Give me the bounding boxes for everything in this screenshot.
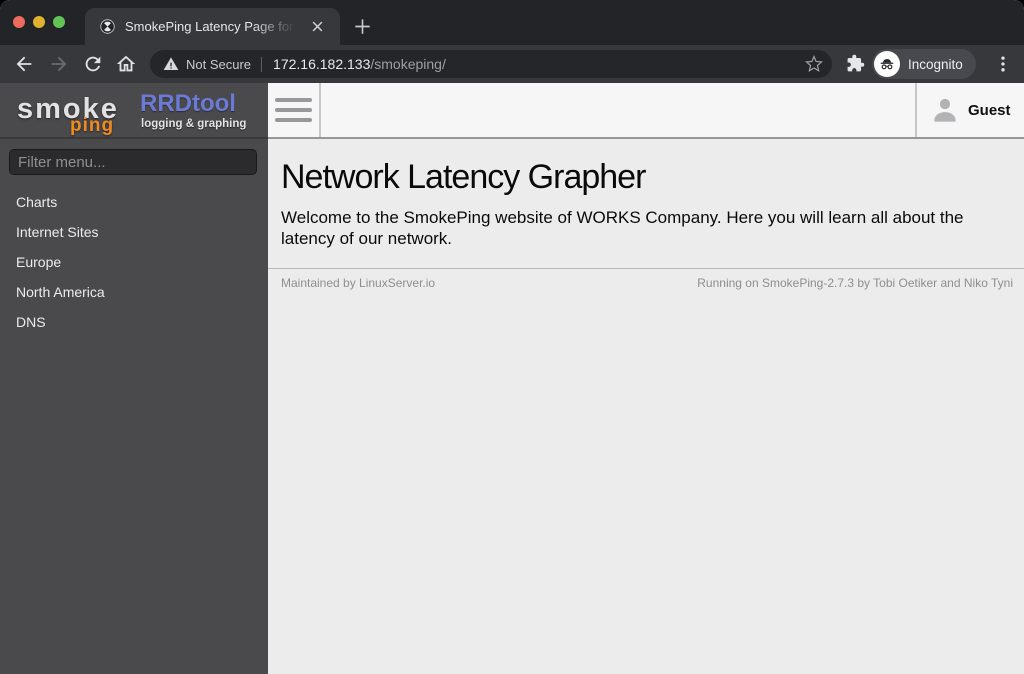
incognito-label: Incognito	[908, 56, 963, 72]
smokeping-page: smoke ping RRDtool logging & graphing Ch…	[0, 83, 1024, 674]
extensions-puzzle-icon[interactable]	[846, 54, 865, 73]
sidebar-item-internet-sites[interactable]: Internet Sites	[0, 217, 268, 247]
hamburger-menu-icon[interactable]	[268, 83, 321, 137]
tab-title: SmokePing Latency Page for N	[125, 19, 301, 34]
security-label: Not Secure	[186, 56, 252, 72]
footer-version: Running on SmokePing-2.7.3 by Tobi Oetik…	[697, 276, 1013, 291]
sidebar: smoke ping RRDtool logging & graphing Ch…	[0, 83, 268, 674]
browser-window: SmokePing Latency Page for N Not Secure …	[0, 0, 1024, 674]
close-window-button[interactable]	[13, 16, 25, 28]
page-footer: Maintained by LinuxServer.io Running on …	[268, 268, 1024, 290]
minimize-window-button[interactable]	[33, 16, 45, 28]
footer-maintainer: Maintained by LinuxServer.io	[281, 276, 436, 291]
home-button[interactable]	[115, 53, 137, 75]
address-bar[interactable]: Not Secure 172.16.182.133/smokeping/	[150, 50, 832, 78]
incognito-avatar	[874, 51, 900, 77]
forward-button[interactable]	[48, 53, 70, 75]
filter-menu-input[interactable]	[9, 149, 257, 175]
sidebar-menu: Charts Internet Sites Europe North Ameri…	[0, 187, 268, 337]
content-topbar: Guest	[268, 83, 1024, 139]
browser-tab[interactable]: SmokePing Latency Page for N	[85, 8, 340, 45]
page-title: Network Latency Grapher	[281, 158, 646, 196]
sidebar-logo-header: smoke ping RRDtool logging & graphing	[0, 83, 268, 139]
incognito-badge: Incognito	[872, 49, 976, 79]
user-menu[interactable]: Guest	[915, 83, 1024, 137]
rrdtool-logo[interactable]: RRDtool	[140, 90, 236, 118]
bookmark-star-icon[interactable]	[805, 55, 823, 73]
reload-button[interactable]	[82, 53, 104, 75]
sidebar-item-europe[interactable]: Europe	[0, 247, 268, 277]
back-button[interactable]	[13, 53, 35, 75]
globe-favicon-icon	[100, 19, 115, 34]
new-tab-button[interactable]	[351, 15, 374, 38]
browser-menu-icon[interactable]	[993, 53, 1013, 75]
main-content: Guest Network Latency Grapher Welcome to…	[268, 83, 1024, 674]
url-separator	[261, 56, 263, 72]
incognito-icon	[880, 59, 894, 70]
not-secure-warning-icon	[163, 57, 179, 70]
close-tab-icon[interactable]	[308, 17, 327, 36]
user-label: Guest	[968, 101, 1011, 119]
person-icon	[934, 98, 956, 122]
welcome-text: Welcome to the SmokePing website of WORK…	[281, 208, 964, 248]
url-host: 172.16.182.133	[273, 56, 371, 72]
rrdtool-tagline: logging & graphing	[141, 118, 247, 130]
smokeping-logo-ping[interactable]: ping	[70, 115, 114, 137]
sidebar-item-north-america[interactable]: North America	[0, 277, 268, 307]
url-path: /smokeping/	[370, 56, 446, 72]
sidebar-item-dns[interactable]: DNS	[0, 307, 268, 337]
content-body: Network Latency Grapher Welcome to the S…	[268, 139, 1024, 674]
zoom-window-button[interactable]	[53, 16, 65, 28]
tab-bar: SmokePing Latency Page for N	[0, 0, 1024, 45]
sidebar-item-charts[interactable]: Charts	[0, 187, 268, 217]
